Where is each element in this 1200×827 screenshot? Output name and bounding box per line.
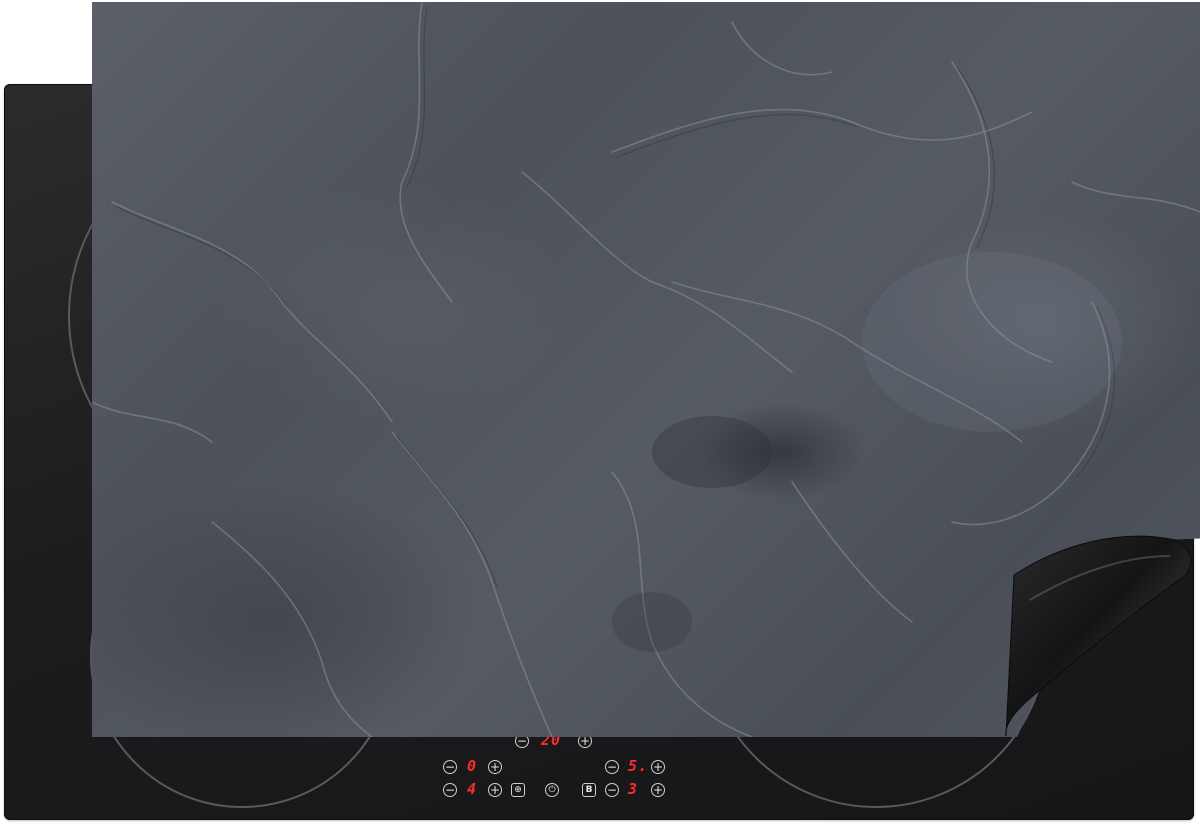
- plus-icon[interactable]: +: [651, 760, 665, 774]
- slate-texture-mat: [92, 2, 1200, 737]
- zone-right-upper-display: 5.: [628, 757, 649, 775]
- minus-icon[interactable]: −: [443, 760, 457, 774]
- zone-left-upper-display: 0: [467, 757, 478, 775]
- plus-icon[interactable]: +: [488, 783, 502, 797]
- product-photo: − 20 + − 0 + − 5. + − 4 + ⊕ ⏻ B − 3 +: [0, 0, 1200, 827]
- power-icon[interactable]: ⏻: [545, 783, 559, 797]
- boost-icon[interactable]: B: [582, 783, 596, 797]
- minus-icon[interactable]: −: [605, 783, 619, 797]
- minus-icon[interactable]: −: [605, 760, 619, 774]
- minus-icon[interactable]: −: [443, 783, 457, 797]
- slate-crack-pattern: [92, 2, 1200, 737]
- plus-icon[interactable]: +: [651, 783, 665, 797]
- zone-left-lower-display: 4: [467, 780, 478, 798]
- zone-right-lower-display: 3: [628, 780, 639, 798]
- lock-icon[interactable]: ⊕: [511, 783, 525, 797]
- plus-icon[interactable]: +: [488, 760, 502, 774]
